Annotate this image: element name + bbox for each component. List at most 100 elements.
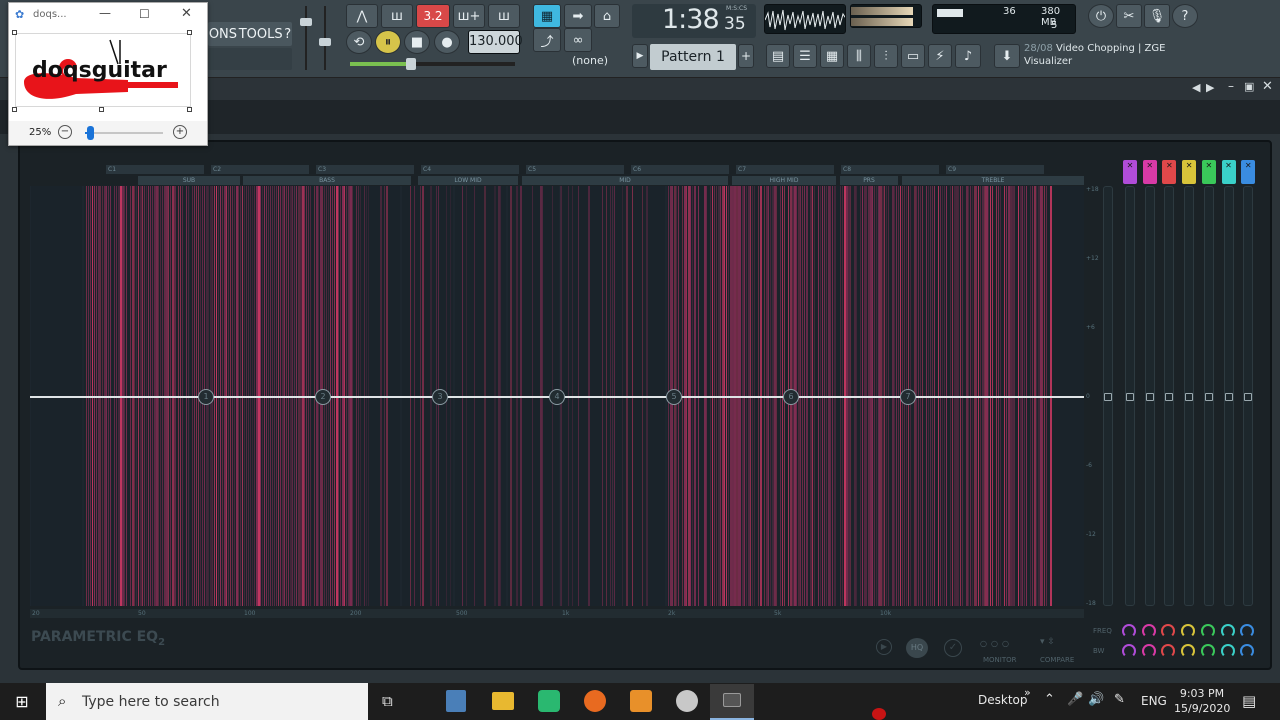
menu-help[interactable]: ? [284,27,291,42]
pen-icon[interactable]: ✎ [1114,692,1125,707]
calculator-app-icon[interactable] [446,690,466,712]
hq-button[interactable]: HQ [906,638,928,658]
playlist-button[interactable]: ▤ [766,44,790,68]
band-gain-knob[interactable] [1185,393,1194,401]
menu-tools[interactable]: TOOLS [239,27,283,42]
bw-knob[interactable] [1220,644,1235,658]
band-type-button[interactable]: ✕ [1201,160,1216,184]
fl-studio-app-icon[interactable] [630,690,652,712]
nav-right-icon[interactable]: ▶ [1206,81,1214,94]
file-explorer-app-icon[interactable] [492,692,514,710]
touch-keyboard-button[interactable]: ♪ [955,44,981,68]
typing-keyboard-button[interactable]: ▦ [533,4,561,28]
resize-handle-bl[interactable] [12,107,17,112]
loop-mode-button[interactable]: ⟲ [346,30,372,54]
camera-app-icon-active[interactable] [710,684,754,720]
resize-handle-bm[interactable] [99,107,104,112]
snap-button[interactable]: ⤴ [533,28,561,52]
master-pitch-slider[interactable] [319,6,331,70]
blend-notes-button[interactable]: ш+ [453,4,485,28]
minimize-icon[interactable]: – [1228,79,1234,93]
clock[interactable]: 9:03 PM 15/9/2020 [1174,686,1230,716]
link-button[interactable]: ∞ [564,28,592,52]
resize-handle-tr[interactable] [187,30,192,35]
freq-knob[interactable] [1220,624,1235,638]
desktop-toolbar-label[interactable]: Desktop [978,693,1028,707]
band-type-button[interactable]: ✕ [1123,160,1137,184]
volume-icon[interactable]: 🔊 [1088,692,1104,707]
gain-scale-knob[interactable] [1104,393,1112,401]
zoom-out-icon[interactable]: − [58,125,72,139]
pattern-prev-button[interactable]: ▶ [632,44,648,68]
band-gain-knob[interactable] [1244,393,1253,401]
freq-knob[interactable] [1200,624,1215,638]
paint-app-icon[interactable] [676,690,698,712]
eq-band-node[interactable]: 4 [549,389,565,405]
band-type-button[interactable]: ✕ [1142,160,1157,184]
bw-knob[interactable] [1141,644,1156,658]
channel-rack-button[interactable]: ☰ [793,44,817,68]
stop-button[interactable]: ■ [404,30,430,54]
viewer-minimize-icon[interactable]: — [99,6,111,20]
microphone-icon[interactable]: 🎤 [1067,692,1083,707]
zoom-slider-thumb[interactable] [87,126,94,140]
band-gain-knob[interactable] [1204,393,1213,401]
resize-handle-tl[interactable] [12,30,17,35]
metronome-button[interactable]: ⋀ [346,4,378,28]
tempo-display[interactable]: 130.000 [468,30,523,54]
start-button[interactable]: ⊞ [12,692,32,712]
menu-options[interactable]: ONS [209,27,237,42]
cpu-button[interactable]: ⏻ [1088,4,1114,28]
eq-band-node[interactable]: 7 [900,389,916,405]
language-indicator[interactable]: ENG [1141,694,1167,708]
play-icon[interactable]: ▶ [876,639,892,655]
band-gain-knob[interactable] [1145,393,1154,401]
plugin-database-button[interactable]: ⚡ [928,44,952,68]
download-icon[interactable]: ⬇ [994,44,1020,68]
master-volume-slider[interactable] [300,6,312,70]
viewer-close-icon[interactable]: ✕ [181,6,192,21]
eq-band-node[interactable]: 2 [315,389,331,405]
eq-band-node[interactable]: 1 [198,389,214,405]
viewer-maximize-icon[interactable]: ☐ [139,7,150,21]
countdown-button[interactable]: 3.2 [416,4,450,28]
cut-button[interactable]: ✂ [1116,4,1142,28]
band-type-button[interactable]: ✕ [1182,160,1197,184]
master-position-slider[interactable] [350,58,515,70]
zoom-slider[interactable] [85,126,163,140]
pattern-selector[interactable]: Pattern 1 [650,44,736,70]
compare-controls[interactable]: ▾ ⇳ [1040,637,1080,651]
piano-roll-button[interactable]: ▦ [820,44,844,68]
freq-knob[interactable] [1141,624,1156,638]
eq-band-node[interactable]: 3 [432,389,448,405]
check-icon[interactable]: ✓ [944,639,962,657]
channel-selector[interactable]: (none) [560,54,620,70]
media-app-icon[interactable] [538,690,560,712]
mic-button[interactable]: 🎙 [1144,4,1170,28]
song-time-display[interactable]: 1:38 35 M:S:CS [632,4,756,38]
add-pattern-button[interactable]: + [738,44,754,68]
band-type-button[interactable]: ✕ [1162,160,1177,184]
mixer-button[interactable]: ⫼ [847,44,871,68]
browser-button[interactable]: ▭ [901,44,925,68]
help-button[interactable]: ? [1172,4,1198,28]
band-gain-knob[interactable] [1126,393,1134,401]
taskbar-search-input[interactable]: ⌕ Type here to search [46,683,368,720]
chevron-double-icon[interactable]: » [1024,686,1031,699]
step-edit-button[interactable]: ➡ [564,4,592,28]
band-gain-knob[interactable] [1224,393,1233,401]
freq-knob[interactable] [1122,624,1136,638]
band-gain-knob[interactable] [1165,393,1174,401]
plugin-picker-button[interactable]: ⫶ [874,44,898,68]
nav-left-icon[interactable]: ◀ [1192,81,1200,94]
eq-band-node[interactable]: 5 [666,389,682,405]
bw-knob[interactable] [1200,644,1215,658]
viewer-image[interactable]: doqsguitar [15,33,191,107]
bw-knob[interactable] [1181,644,1196,658]
maximize-icon[interactable]: ▣ [1244,80,1254,93]
task-view-icon[interactable]: ⧉ [382,692,393,710]
notifications-icon[interactable]: ▤ [1242,692,1256,710]
close-icon[interactable]: ✕ [1262,79,1273,94]
zoom-in-icon[interactable]: + [173,125,187,139]
freq-knob[interactable] [1181,624,1196,638]
